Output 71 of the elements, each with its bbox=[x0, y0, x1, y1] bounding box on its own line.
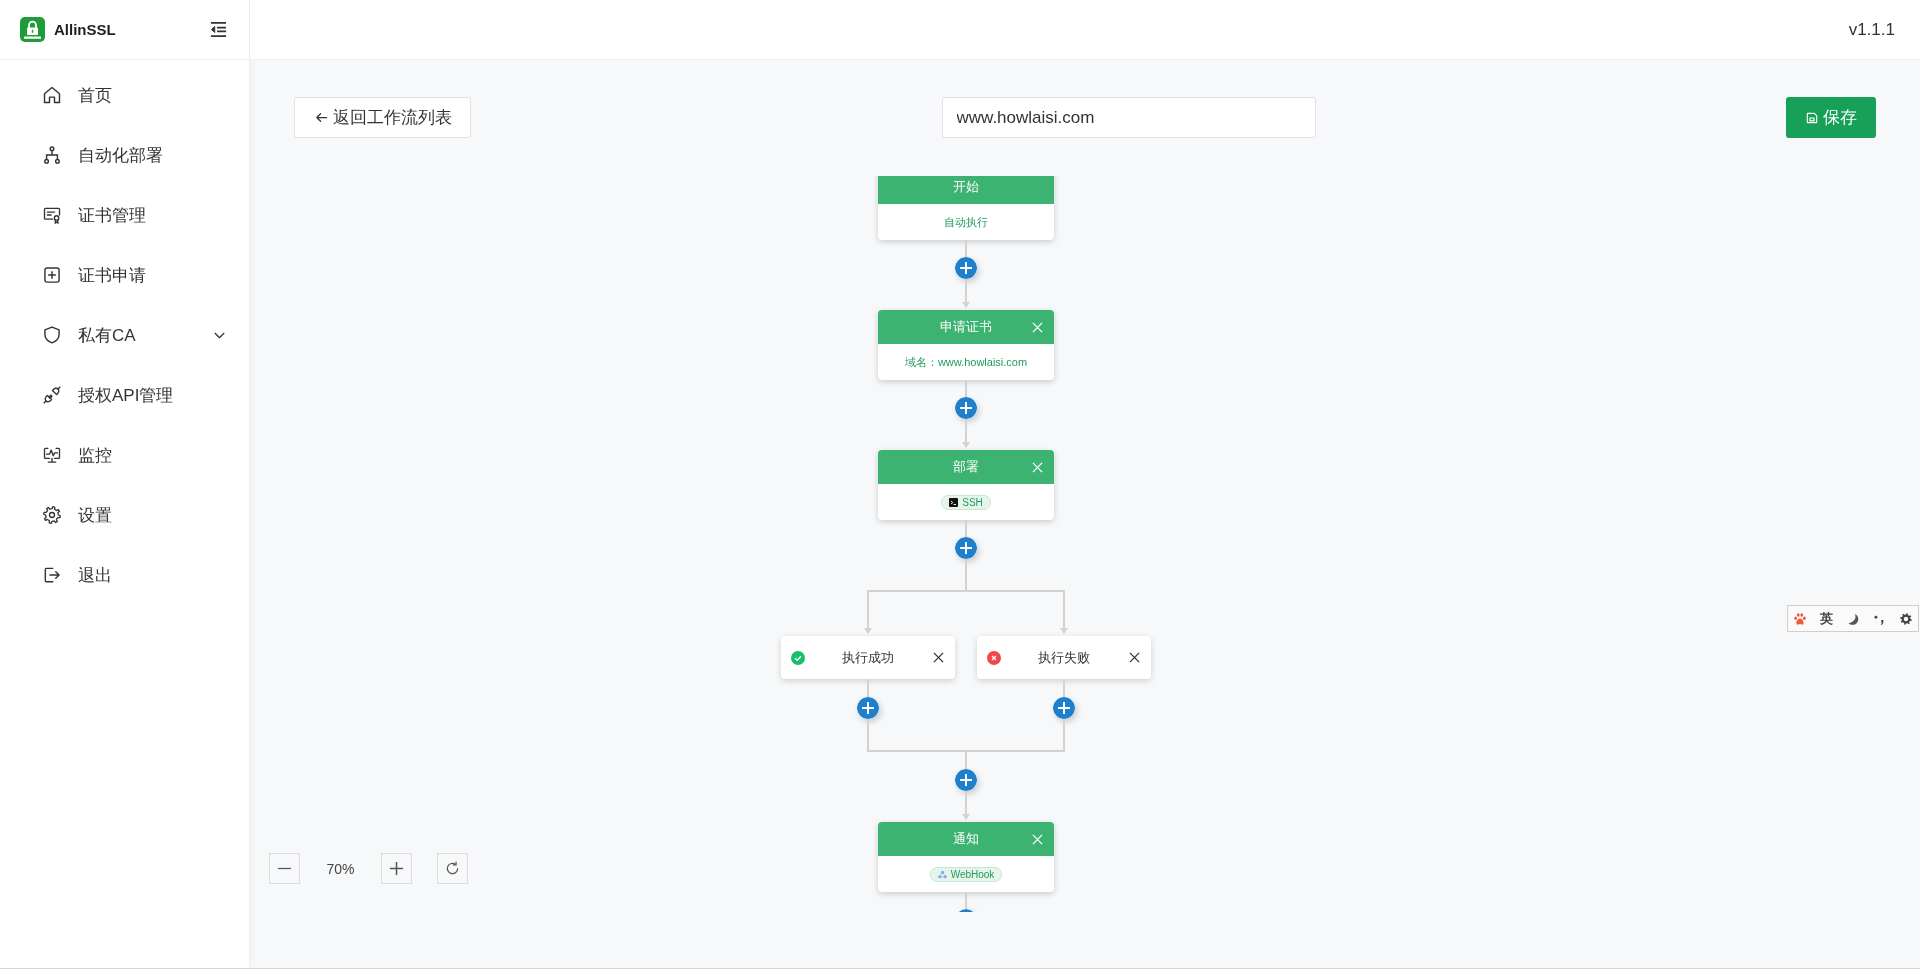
save-icon bbox=[1805, 110, 1819, 125]
close-icon[interactable] bbox=[932, 652, 944, 663]
workflow-node[interactable]: 开始 自动执行 bbox=[878, 176, 1054, 240]
terminal-icon bbox=[949, 497, 959, 507]
hierarchy-icon bbox=[42, 145, 62, 165]
connector-arrow bbox=[863, 592, 873, 636]
zoom-level: 70% bbox=[325, 860, 356, 877]
paw-icon[interactable] bbox=[1793, 611, 1807, 626]
connector-line bbox=[965, 520, 967, 537]
logo-icon bbox=[20, 17, 45, 42]
plus-icon bbox=[389, 861, 404, 876]
plus-icon[interactable] bbox=[1053, 697, 1075, 719]
sidebar-item[interactable]: 授权API管理 bbox=[0, 365, 249, 425]
condition-label: 执行成功 bbox=[842, 648, 894, 667]
sidebar-item[interactable]: 证书申请 bbox=[0, 245, 249, 305]
reset-zoom-button[interactable] bbox=[437, 853, 468, 884]
plus-square-icon bbox=[42, 265, 62, 285]
connector-line bbox=[965, 240, 967, 257]
settings-icon bbox=[42, 505, 62, 525]
monitor-icon bbox=[42, 445, 62, 465]
node-title: 部署 bbox=[953, 458, 979, 476]
condition-node[interactable]: 执行成功 bbox=[781, 636, 955, 679]
sidebar-item[interactable]: 首页 bbox=[0, 65, 249, 125]
connector-arrow bbox=[1059, 592, 1069, 636]
sidebar-item[interactable]: 设置 bbox=[0, 485, 249, 545]
settings-icon[interactable] bbox=[1899, 611, 1913, 626]
sidebar-item[interactable]: 退出 bbox=[0, 545, 249, 605]
back-button[interactable]: 返回工作流列表 bbox=[294, 97, 471, 138]
certificate-icon bbox=[42, 205, 62, 225]
connector-arrow bbox=[961, 419, 971, 450]
connector-arrow bbox=[961, 279, 971, 310]
plus-icon[interactable] bbox=[857, 697, 879, 719]
arrow-left-icon bbox=[313, 110, 329, 125]
rotate-icon bbox=[445, 861, 460, 876]
condition-node[interactable]: 执行失败 bbox=[977, 636, 1151, 679]
logout-icon bbox=[42, 565, 62, 585]
node-title: 通知 bbox=[953, 830, 979, 848]
connector-line bbox=[1063, 679, 1065, 697]
input-mode-toggle[interactable]: 英 bbox=[1819, 609, 1833, 628]
node-title: 开始 bbox=[953, 178, 979, 196]
sidebar-item[interactable]: 证书管理 bbox=[0, 185, 249, 245]
workflow-name-field[interactable]: www.howlaisi.com bbox=[941, 97, 1316, 138]
sidebar-item[interactable]: 监控 bbox=[0, 425, 249, 485]
error-circle-icon bbox=[987, 650, 1001, 665]
home-icon bbox=[42, 85, 62, 105]
connector-arrow bbox=[961, 791, 971, 822]
plus-icon[interactable] bbox=[955, 769, 977, 791]
tag-label: WebHook bbox=[950, 868, 995, 880]
condition-label: 执行失败 bbox=[1038, 648, 1090, 667]
check-circle-icon bbox=[791, 650, 805, 665]
plus-icon[interactable] bbox=[955, 537, 977, 559]
node-title: 申请证书 bbox=[940, 318, 992, 336]
connector-line bbox=[965, 892, 967, 909]
shield-icon bbox=[42, 325, 62, 345]
app-name: AllinSSL bbox=[54, 21, 116, 38]
sidebar-item[interactable]: 自动化部署 bbox=[0, 125, 249, 185]
nodes-icon bbox=[937, 869, 947, 879]
connector-line bbox=[867, 679, 869, 697]
node-detail: 自动执行 bbox=[944, 214, 988, 230]
plus-icon[interactable] bbox=[955, 257, 977, 279]
plug-icon bbox=[42, 385, 62, 405]
tag-label: SSH bbox=[962, 496, 983, 508]
close-icon[interactable] bbox=[1128, 652, 1140, 663]
connector-line bbox=[965, 380, 967, 397]
sidebar-item[interactable]: 私有CA bbox=[0, 305, 249, 365]
menu-fold-icon[interactable] bbox=[209, 21, 228, 38]
workflow-node[interactable]: 申请证书 域名：www.howlaisi.com bbox=[878, 310, 1054, 380]
plus-icon[interactable] bbox=[955, 397, 977, 419]
node-detail: 域名：www.howlaisi.com bbox=[904, 354, 1028, 370]
zoom-in-button[interactable] bbox=[381, 853, 412, 884]
version-label: v1.1.1 bbox=[1848, 19, 1895, 40]
